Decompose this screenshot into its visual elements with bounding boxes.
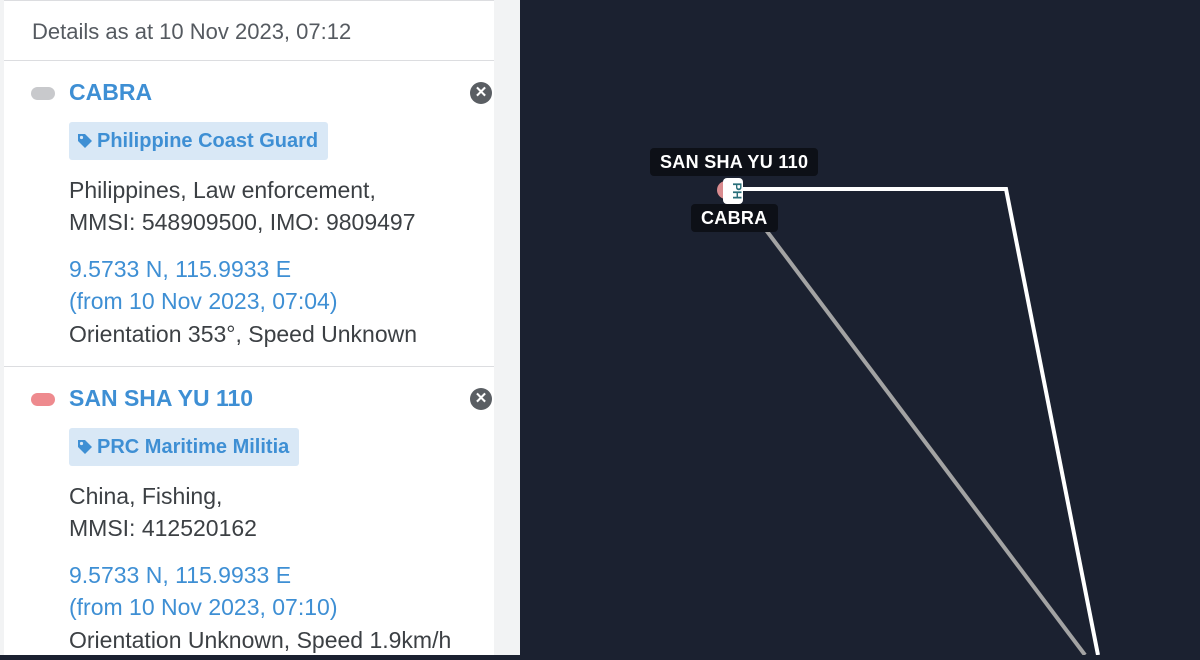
vessel-color-dot xyxy=(31,87,55,100)
vessel-card-san-sha-yu-110: SAN SHA YU 110 ✕ PRC Maritime Militia Ch… xyxy=(4,367,494,655)
tag-icon xyxy=(78,134,92,148)
vessel-position-time-link[interactable]: (from 10 Nov 2023, 07:04) xyxy=(69,288,337,315)
vessel-ids: MMSI: 412520162 xyxy=(69,515,257,541)
close-icon[interactable]: ✕ xyxy=(470,388,492,410)
map-label-san-sha-yu-110[interactable]: SAN SHA YU 110 xyxy=(650,148,819,176)
vessel-tag[interactable]: Philippine Coast Guard xyxy=(69,122,329,160)
tag-label: Philippine Coast Guard xyxy=(97,130,319,152)
vessel-color-dot xyxy=(31,393,55,406)
vessel-position-time-link[interactable]: (from 10 Nov 2023, 07:10) xyxy=(69,594,337,621)
vessel-info-line: China, Fishing, xyxy=(69,483,223,509)
vessel-marker-icon[interactable]: PH xyxy=(717,178,744,204)
vessel-name-link[interactable]: CABRA xyxy=(69,79,152,106)
vessel-info-line: Philippines, Law enforcement, xyxy=(69,177,376,203)
cabra-track xyxy=(758,220,1087,657)
details-panel: Details as at 10 Nov 2023, 07:12 CABRA ✕… xyxy=(4,0,494,655)
map-tracks: PH xyxy=(717,178,1100,657)
map-view[interactable]: PH SAN SHA YU 110 CABRA xyxy=(520,0,1200,657)
details-timestamp: Details as at 10 Nov 2023, 07:12 xyxy=(32,19,352,44)
sidebar: Details as at 10 Nov 2023, 07:12 CABRA ✕… xyxy=(0,0,520,655)
map-label-cabra[interactable]: CABRA xyxy=(691,204,778,232)
vessel-card-cabra: CABRA ✕ Philippine Coast Guard Philippin… xyxy=(4,61,494,366)
vessel-tag[interactable]: PRC Maritime Militia xyxy=(69,428,300,466)
marker-text: PH xyxy=(730,183,744,200)
vessel-coordinates-link[interactable]: 9.5733 N, 115.9933 E xyxy=(69,562,291,589)
vessel-name-link[interactable]: SAN SHA YU 110 xyxy=(69,385,253,412)
tag-icon xyxy=(78,440,92,454)
tag-label: PRC Maritime Militia xyxy=(97,436,290,458)
close-icon[interactable]: ✕ xyxy=(470,82,492,104)
divider xyxy=(4,0,494,1)
vessel-coordinates-link[interactable]: 9.5733 N, 115.9933 E xyxy=(69,256,291,283)
vessel-ids: MMSI: 548909500, IMO: 9809497 xyxy=(69,209,416,235)
vessel-status: Orientation 353°, Speed Unknown xyxy=(69,321,418,347)
vessel-status: Orientation Unknown, Speed 1.9km/h xyxy=(69,627,452,653)
